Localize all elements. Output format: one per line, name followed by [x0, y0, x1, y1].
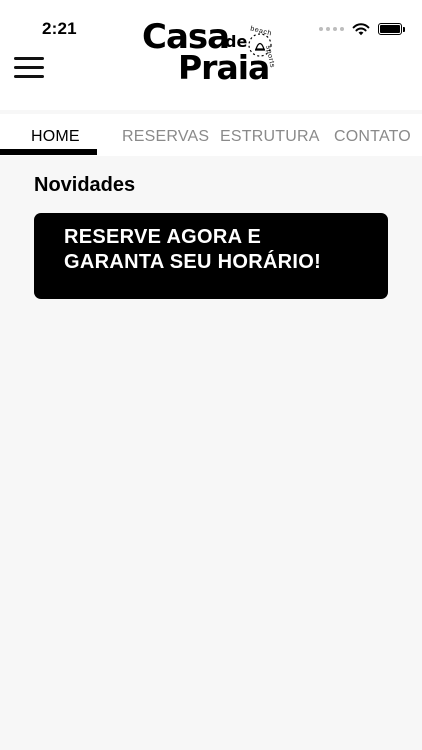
cellular-signal-icon [319, 27, 344, 31]
active-tab-indicator [0, 149, 97, 155]
reserve-banner[interactable]: RESERVE AGORA E GARANTA SEU HORÁRIO! [34, 213, 388, 299]
logo-text-praia: Praia [178, 48, 270, 87]
menu-line [14, 75, 44, 78]
tab-reservas[interactable]: RESERVAS [122, 128, 209, 146]
tab-estrutura[interactable]: ESTRUTURA [220, 128, 320, 146]
wifi-icon [352, 23, 370, 36]
status-time: 2:21 [42, 19, 77, 38]
banner-line-2: GARANTA SEU HORÁRIO! [64, 251, 322, 273]
tab-home[interactable]: HOME [31, 128, 80, 146]
tab-bar: HOME RESERVAS ESTRUTURA CONTATO [0, 114, 422, 156]
app-header: 2:21 Casa de Praia beach sports [0, 0, 422, 110]
banner-line-1: RESERVE AGORA E [64, 226, 262, 248]
brand-logo: Casa de Praia beach sports [140, 18, 290, 88]
banner-text: RESERVE AGORA E GARANTA SEU HORÁRIO! [64, 225, 321, 275]
battery-icon [378, 23, 405, 35]
section-title: Novidades [34, 174, 136, 196]
menu-line [14, 66, 44, 69]
menu-line [14, 57, 44, 60]
status-icons [319, 20, 405, 38]
tab-contato[interactable]: CONTATO [334, 128, 411, 146]
menu-button[interactable] [14, 55, 44, 79]
